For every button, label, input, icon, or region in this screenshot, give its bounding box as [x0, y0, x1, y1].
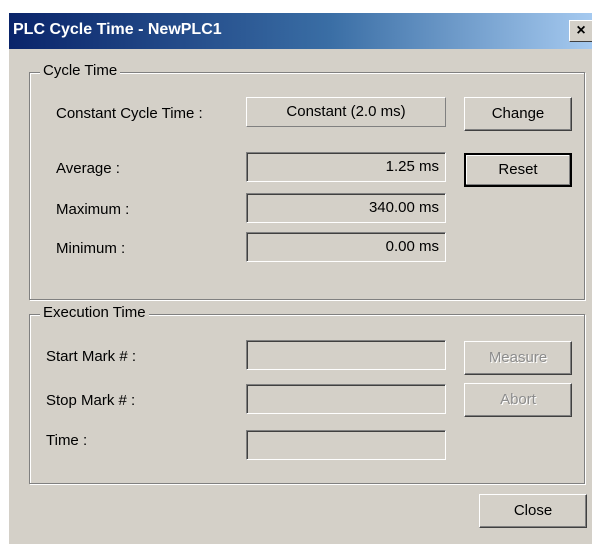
title-bar: PLC Cycle Time - NewPLC1 ×	[9, 13, 592, 49]
execution-time-legend: Execution Time	[40, 304, 149, 321]
window-title: PLC Cycle Time - NewPLC1	[13, 21, 222, 38]
average-label: Average :	[56, 160, 120, 177]
close-icon[interactable]: ×	[569, 20, 592, 42]
time-label: Time :	[46, 432, 88, 449]
reset-button[interactable]: Reset	[464, 153, 572, 187]
start-mark-field	[246, 340, 446, 370]
maximum-field: 340.00 ms	[246, 193, 446, 223]
measure-button[interactable]: Measure	[464, 341, 572, 375]
change-button[interactable]: Change	[464, 97, 572, 131]
plc-cycle-time-dialog: PLC Cycle Time - NewPLC1 × Cycle Time Co…	[8, 12, 592, 544]
average-field: 1.25 ms	[246, 152, 446, 182]
cycle-time-legend: Cycle Time	[40, 62, 121, 79]
start-mark-label: Start Mark # :	[46, 348, 137, 365]
minimum-field: 0.00 ms	[246, 232, 446, 262]
minimum-label: Minimum :	[56, 240, 126, 257]
time-field	[246, 430, 446, 460]
abort-button[interactable]: Abort	[464, 383, 572, 417]
constant-cycle-time-field: Constant (2.0 ms)	[246, 97, 446, 127]
cycle-time-group: Cycle Time Constant Cycle Time : Constan…	[29, 62, 585, 300]
constant-cycle-time-label: Constant Cycle Time :	[56, 105, 203, 122]
maximum-label: Maximum :	[56, 201, 130, 218]
stop-mark-field	[246, 384, 446, 414]
stop-mark-label: Stop Mark # :	[46, 392, 136, 409]
close-button[interactable]: Close	[479, 494, 587, 528]
execution-time-group: Execution Time Start Mark # : Measure St…	[29, 304, 585, 484]
